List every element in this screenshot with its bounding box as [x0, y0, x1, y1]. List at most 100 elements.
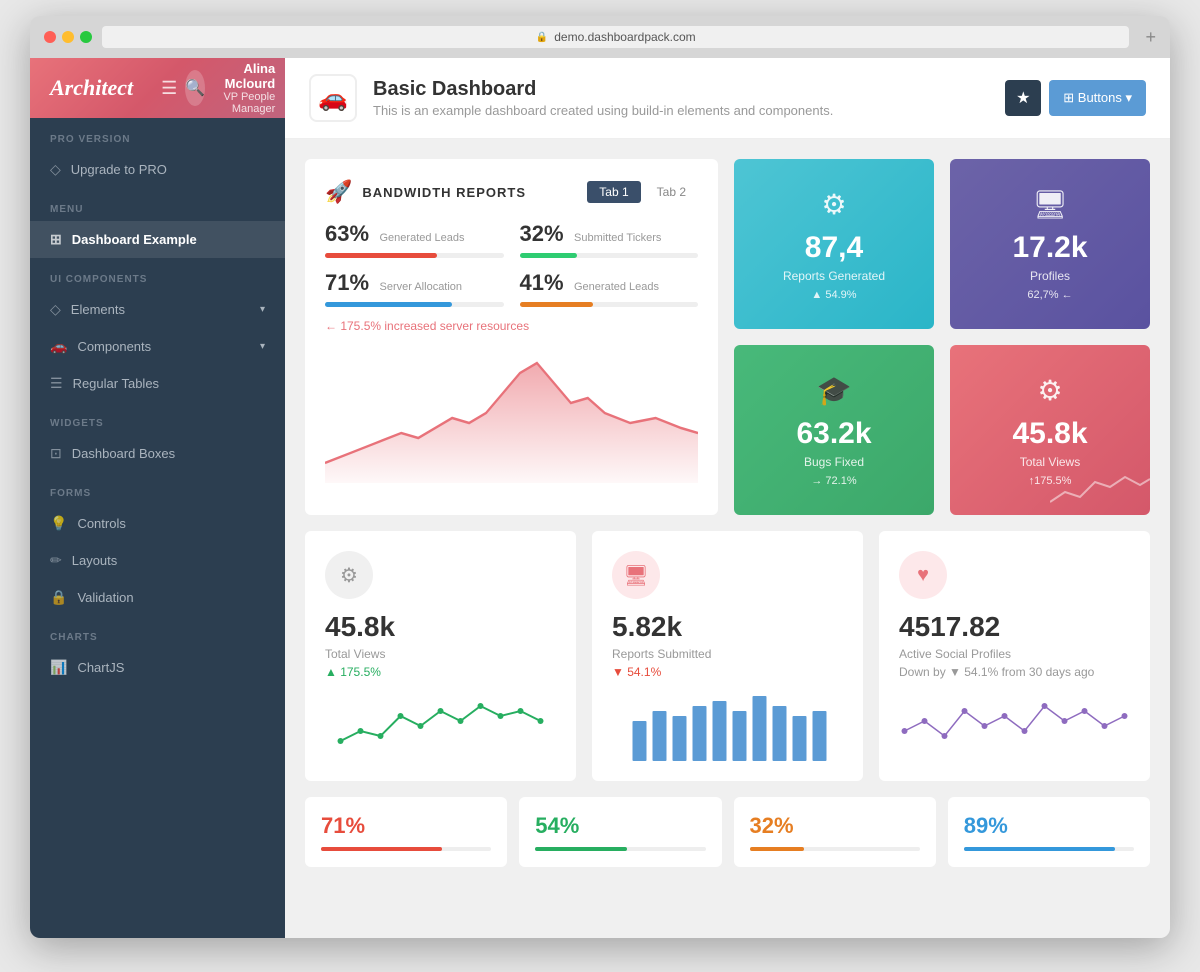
sidebar-item-dashboard-boxes[interactable]: ⊡ Dashboard Boxes — [30, 435, 285, 472]
app-header: Architect ☰ 🔍 Alina Mclourd VP People Ma… — [30, 58, 285, 118]
rocket-icon: 🚀 — [325, 179, 352, 205]
pro-section-label: PRO VERSION — [30, 118, 285, 151]
menu-section-label: MENU — [30, 188, 285, 221]
url-bar[interactable]: 🔒 demo.dashboardpack.com — [102, 26, 1129, 48]
stats-row-1: 63% Generated Leads 32% Submitted Ticker… — [325, 221, 698, 258]
stat2-label: Submitted Tickers — [574, 232, 661, 244]
progress-grid: 71% 54% 32% — [305, 797, 1150, 867]
tab-1-button[interactable]: Tab 1 — [587, 181, 640, 203]
car-icon: 🚗 — [318, 84, 348, 113]
sparkline-svg — [1050, 467, 1150, 507]
new-tab-button[interactable]: + — [1145, 27, 1156, 48]
page-title: Basic Dashboard — [373, 78, 833, 101]
reports-number: 87,4 — [805, 231, 863, 265]
chart-icon: 📊 — [50, 659, 67, 676]
gear-icon-red: ⚙ — [1037, 374, 1062, 407]
widget-icon-3: ♥ — [899, 551, 947, 599]
layouts-label: Layouts — [72, 553, 118, 568]
line-chart-1 — [325, 691, 556, 761]
bar-1 — [321, 847, 442, 851]
table-icon: ☰ — [50, 375, 63, 392]
dot-minimize[interactable] — [62, 31, 74, 43]
sidebar-item-upgrade[interactable]: ◇ Upgrade to PRO — [30, 151, 285, 188]
tables-label: Regular Tables — [73, 376, 159, 391]
stat3-progress — [325, 302, 504, 307]
stat1-progress — [325, 253, 504, 258]
tab-2-button[interactable]: Tab 2 — [645, 181, 698, 203]
user-role: VP People Manager — [205, 91, 275, 115]
widget-icon-2: 🖥 — [612, 551, 660, 599]
browser-dots — [44, 31, 92, 43]
bar-container-2 — [535, 847, 705, 851]
sidebar-item-validation[interactable]: 🔒 Validation — [30, 579, 285, 616]
bar-2 — [535, 847, 627, 851]
graduation-icon: 🎓 — [817, 374, 852, 407]
sidebar-item-tables[interactable]: ☰ Regular Tables — [30, 365, 285, 402]
controls-label: Controls — [77, 516, 125, 531]
widget-label-2: Reports Submitted — [612, 647, 843, 661]
sidebar-item-components[interactable]: 🚗 Components ▾ — [30, 328, 285, 365]
lock-icon: 🔒 — [536, 32, 548, 43]
components-label: Components — [77, 339, 151, 354]
dashboard-label: Dashboard Example — [72, 232, 197, 247]
widget-grid: ⚙ 45.8k Total Views ▲ 175.5% — [305, 531, 1150, 781]
diamond-icon: ◇ — [50, 161, 61, 178]
dot-maximize[interactable] — [80, 31, 92, 43]
browser-toolbar: 🔒 demo.dashboardpack.com + — [30, 16, 1170, 58]
stats-row-2: 71% Server Allocation 41% Generated Lead… — [325, 270, 698, 307]
star-button[interactable]: ★ — [1005, 80, 1041, 116]
widget-chart-3 — [899, 691, 1130, 761]
bandwidth-tabs: Tab 1 Tab 2 — [587, 181, 698, 203]
dot-close[interactable] — [44, 31, 56, 43]
bar-3 — [750, 847, 804, 851]
pct-4: 89% — [964, 813, 1134, 839]
buttons-dropdown[interactable]: ⊞ Buttons ▾ — [1049, 80, 1146, 116]
stat1-label: Generated Leads — [380, 232, 465, 244]
bar-chart-svg — [612, 691, 843, 761]
user-details: Alina Mclourd VP People Manager — [205, 61, 275, 115]
validation-icon: 🔒 — [50, 589, 67, 606]
sidebar-item-dashboard[interactable]: ⊞ Dashboard Example — [30, 221, 285, 258]
bandwidth-title: BANDWIDTH REPORTS — [362, 185, 526, 200]
menu-toggle-button[interactable]: ☰ — [153, 70, 185, 107]
stat4-label: Generated Leads — [574, 281, 659, 293]
stat2-bar — [520, 253, 577, 258]
stat3-bar — [325, 302, 452, 307]
components-icon: 🚗 — [50, 338, 67, 355]
search-button[interactable]: 🔍 — [185, 70, 205, 106]
stat2-pct: 32% — [520, 221, 564, 246]
forms-section-label: FORMS — [30, 472, 285, 505]
controls-icon: 💡 — [50, 515, 67, 532]
widget-chart-1 — [325, 691, 556, 761]
stat-server-allocation: 71% Server Allocation — [325, 270, 504, 307]
stat-submitted-tickers: 32% Submitted Tickers — [520, 221, 699, 258]
widget-chart-2 — [612, 691, 843, 761]
stat-box-reports: ⚙ 87,4 Reports Generated ▲ 54.9% — [734, 159, 934, 329]
progress-item-2: 54% — [519, 797, 721, 867]
stat4-bar — [520, 302, 593, 307]
pct-1: 71% — [321, 813, 491, 839]
area-fill — [325, 363, 698, 483]
ui-components-section-label: UI COMPONENTS — [30, 258, 285, 291]
bar-4 — [964, 847, 1116, 851]
profiles-trend: 62,7% ← — [1027, 289, 1072, 301]
elements-icon: ◇ — [50, 301, 61, 318]
bandwidth-card: 🚀 BANDWIDTH REPORTS Tab 1 Tab 2 63% — [305, 159, 718, 515]
layouts-icon: ✏ — [50, 552, 62, 569]
page-icon: 🚗 — [309, 74, 357, 122]
widget-total-views: ⚙ 45.8k Total Views ▲ 175.5% — [305, 531, 576, 781]
sidebar-item-controls[interactable]: 💡 Controls — [30, 505, 285, 542]
area-chart-svg — [325, 343, 698, 483]
bandwidth-header: 🚀 BANDWIDTH REPORTS Tab 1 Tab 2 — [325, 179, 698, 205]
sidebar-item-layouts[interactable]: ✏ Layouts — [30, 542, 285, 579]
sidebar-item-chartjs[interactable]: 📊 ChartJS — [30, 649, 285, 686]
progress-item-1: 71% — [305, 797, 507, 867]
alert-text: ← 175.5% increased server resources — [325, 319, 698, 333]
stat1-pct: 63% — [325, 221, 369, 246]
sidebar-item-elements[interactable]: ◇ Elements ▾ — [30, 291, 285, 328]
stat-generated-leads: 63% Generated Leads — [325, 221, 504, 258]
validation-label: Validation — [77, 590, 133, 605]
widget-number-3: 4517.82 — [899, 611, 1130, 643]
charts-section-label: CHARTS — [30, 616, 285, 649]
page-title-area: Basic Dashboard This is an example dashb… — [373, 78, 833, 118]
